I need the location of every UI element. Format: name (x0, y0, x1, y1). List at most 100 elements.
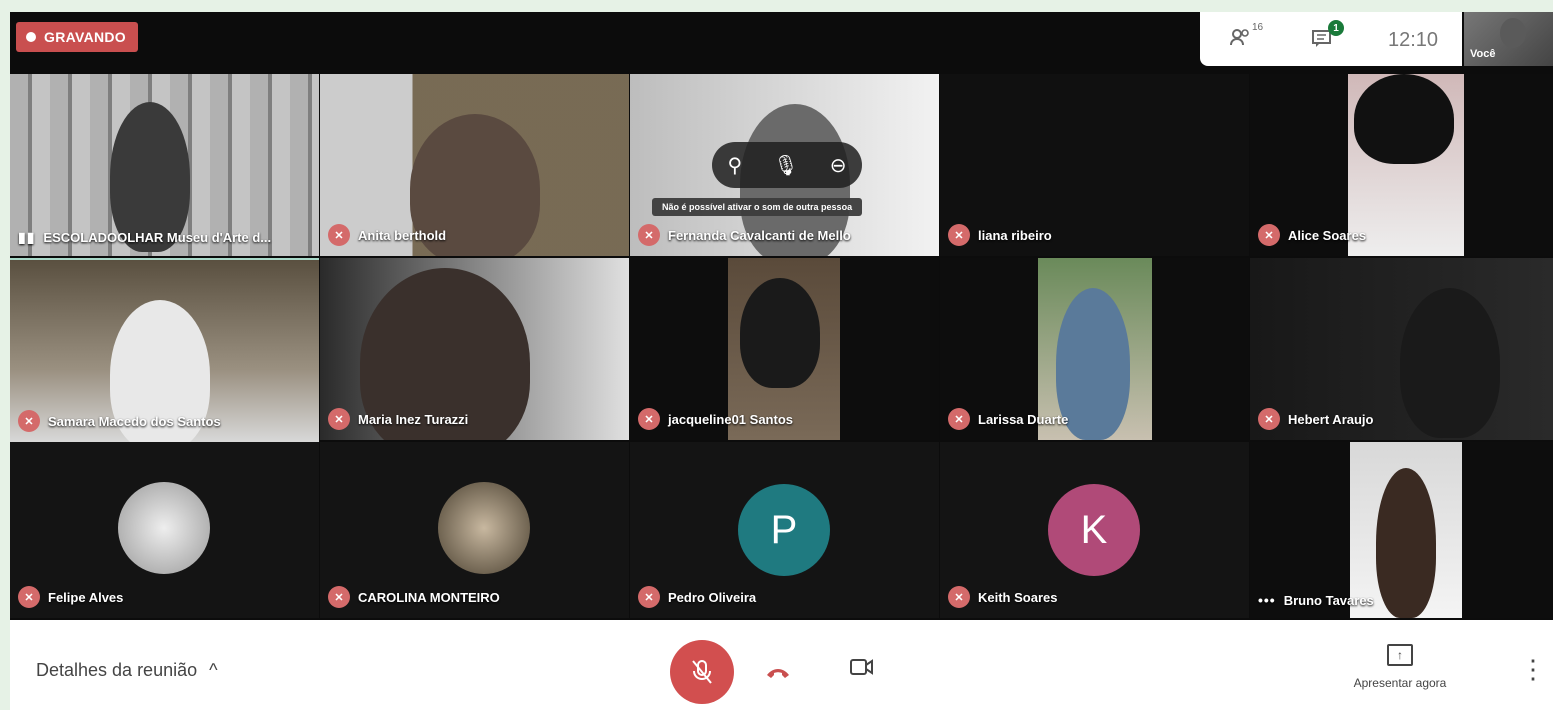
mic-off-icon: ✕ (638, 224, 660, 246)
self-view-face (1500, 18, 1526, 48)
more-vert-icon[interactable]: ⋮ (1520, 654, 1546, 685)
clock-time: 12:10 (1388, 29, 1439, 51)
mic-off-icon: ✕ (638, 408, 660, 430)
present-now-label: Apresentar agora (1353, 676, 1447, 690)
participant-name: jacqueline01 Santos (668, 411, 793, 427)
participant-face (740, 278, 820, 388)
participant-name-row: ✕ Keith Soares (948, 586, 1057, 608)
tooltip: Não é possível ativar o som de outra pes… (652, 198, 863, 216)
mic-off-icon (692, 660, 712, 684)
video-tile[interactable]: ✕ Larissa Duarte (940, 258, 1249, 440)
participant-name: Anita berthold (358, 227, 447, 243)
self-view-thumbnail[interactable]: Você (1464, 12, 1553, 66)
participant-figure (1376, 468, 1436, 618)
video-tile[interactable]: ••• Bruno Tavares (1250, 442, 1553, 618)
hangup-icon (767, 669, 789, 678)
more-dots-icon: ••• (1258, 592, 1276, 608)
participant-name-row: ✕ Maria Inez Turazzi (328, 408, 468, 430)
video-tile[interactable]: ✕ Anita berthold (320, 74, 629, 256)
video-tile[interactable]: ✕ Alice Soares (1250, 74, 1553, 256)
participant-name-row: ✕ Pedro Oliveira (638, 586, 756, 608)
participant-name-row: ••• Bruno Tavares (1258, 592, 1374, 608)
participant-name: Samara Macedo dos Santos (48, 413, 221, 429)
video-tile[interactable]: K ✕ Keith Soares (940, 442, 1249, 618)
participant-name: liana ribeiro (978, 227, 1052, 243)
chat-badge: 1 (1328, 20, 1344, 36)
mic-off-icon: ✕ (328, 408, 350, 430)
mic-off-icon: ✕ (1258, 224, 1280, 246)
participant-name: Keith Soares (978, 589, 1058, 605)
participant-name-row: ✕ CAROLINA MONTEIRO (328, 586, 500, 608)
mic-off-icon: ✕ (18, 410, 40, 432)
audio-bars-icon: ▮▮ (18, 229, 36, 245)
meeting-details-button[interactable]: Detalhes da reunião ^ (36, 660, 218, 681)
mic-off-icon: ✕ (948, 408, 970, 430)
video-tile[interactable]: ✕ Felipe Alves (10, 442, 319, 618)
camera-button[interactable] (850, 658, 874, 682)
participant-name-row: ▮▮ ESCOLADOOLHAR Museu d'Arte d... (18, 229, 271, 246)
present-screen-icon: ↑ (1387, 644, 1413, 666)
initial-avatar: P (738, 484, 830, 576)
participant-name-row: ✕ Samara Macedo dos Santos (18, 410, 221, 432)
video-tile[interactable]: ✕ CAROLINA MONTEIRO (320, 442, 629, 618)
mic-off-icon: ✕ (948, 224, 970, 246)
hangup-button[interactable] (765, 658, 791, 686)
profile-avatar (438, 482, 530, 574)
video-tile[interactable]: ✕ jacqueline01 Santos (630, 258, 939, 440)
participant-name: CAROLINA MONTEIRO (358, 589, 500, 605)
remove-icon[interactable]: ⊖ (830, 153, 847, 178)
mic-off-icon: ✕ (328, 224, 350, 246)
video-tile[interactable]: ✕ Samara Macedo dos Santos (10, 258, 319, 442)
mic-off-icon: ✕ (18, 586, 40, 608)
video-tile[interactable]: ⚲ 🎙 ⊖ Não é possível ativar o som de out… (630, 74, 939, 256)
participant-name-row: ✕ Alice Soares (1258, 224, 1366, 246)
video-tile[interactable]: P ✕ Pedro Oliveira (630, 442, 939, 618)
participants-count: 16 (1252, 22, 1264, 33)
participant-name: Hebert Araujo (1288, 411, 1374, 427)
recording-label: GRAVANDO (44, 29, 126, 45)
present-now-button[interactable]: ↑ Apresentar agora (1330, 644, 1470, 690)
participant-name: Maria Inez Turazzi (358, 411, 469, 427)
meeting-details-label: Detalhes da reunião (36, 660, 198, 680)
outer-frame-top (0, 0, 1553, 12)
chevron-up-icon: ^ (209, 660, 218, 680)
participant-name-row: ✕ Larissa Duarte (948, 408, 1068, 430)
pin-icon[interactable]: ⚲ (728, 153, 743, 178)
participant-name-row: ✕ liana ribeiro (948, 224, 1052, 246)
mute-participant-icon[interactable]: 🎙 (773, 153, 798, 178)
record-dot-icon (26, 32, 36, 42)
participant-name-row: ✕ Fernanda Cavalcanti de Mello (638, 224, 851, 246)
participant-name-row: ✕ Hebert Araujo (1258, 408, 1373, 430)
outer-frame-left (0, 0, 10, 710)
microphone-button[interactable] (670, 640, 734, 704)
mic-off-icon: ✕ (948, 586, 970, 608)
participant-video (1400, 288, 1500, 438)
participant-name: Felipe Alves (48, 589, 124, 605)
participant-hair (1354, 74, 1454, 164)
meeting-stage: GRAVANDO 16 1 12:10 Você ▮▮ ESCOLADOOLHA… (10, 12, 1553, 710)
profile-avatar (118, 482, 210, 574)
participant-name: Larissa Duarte (978, 411, 1069, 427)
participant-name: Fernanda Cavalcanti de Mello (668, 227, 851, 243)
camera-icon (850, 659, 873, 675)
participant-name-row: ✕ Felipe Alves (18, 586, 123, 608)
participant-name: Alice Soares (1288, 227, 1367, 243)
participant-name-row: ✕ Anita berthold (328, 224, 446, 246)
bottom-controls-bar: Detalhes da reunião ^ ↑ Apresentar agora… (10, 620, 1553, 710)
video-tile[interactable]: ▮▮ ESCOLADOOLHAR Museu d'Arte d... (10, 74, 319, 256)
mic-off-icon: ✕ (328, 586, 350, 608)
participant-name: Pedro Oliveira (668, 589, 757, 605)
people-icon[interactable] (1230, 28, 1252, 51)
participant-name: ESCOLADOOLHAR Museu d'Arte d... (43, 230, 272, 245)
participant-hover-controls: ⚲ 🎙 ⊖ (712, 142, 862, 188)
participant-name: Bruno Tavares (1283, 592, 1374, 608)
self-view-label: Você (1470, 48, 1496, 60)
recording-badge: GRAVANDO (16, 22, 138, 52)
video-tile[interactable]: ✕ Hebert Araujo (1250, 258, 1553, 440)
mic-off-icon: ✕ (1258, 408, 1280, 430)
initial-avatar: K (1048, 484, 1140, 576)
participant-name-row: ✕ jacqueline01 Santos (638, 408, 793, 430)
mic-off-icon: ✕ (638, 586, 660, 608)
video-tile[interactable]: ✕ liana ribeiro (940, 74, 1249, 256)
video-tile[interactable]: ✕ Maria Inez Turazzi (320, 258, 629, 440)
